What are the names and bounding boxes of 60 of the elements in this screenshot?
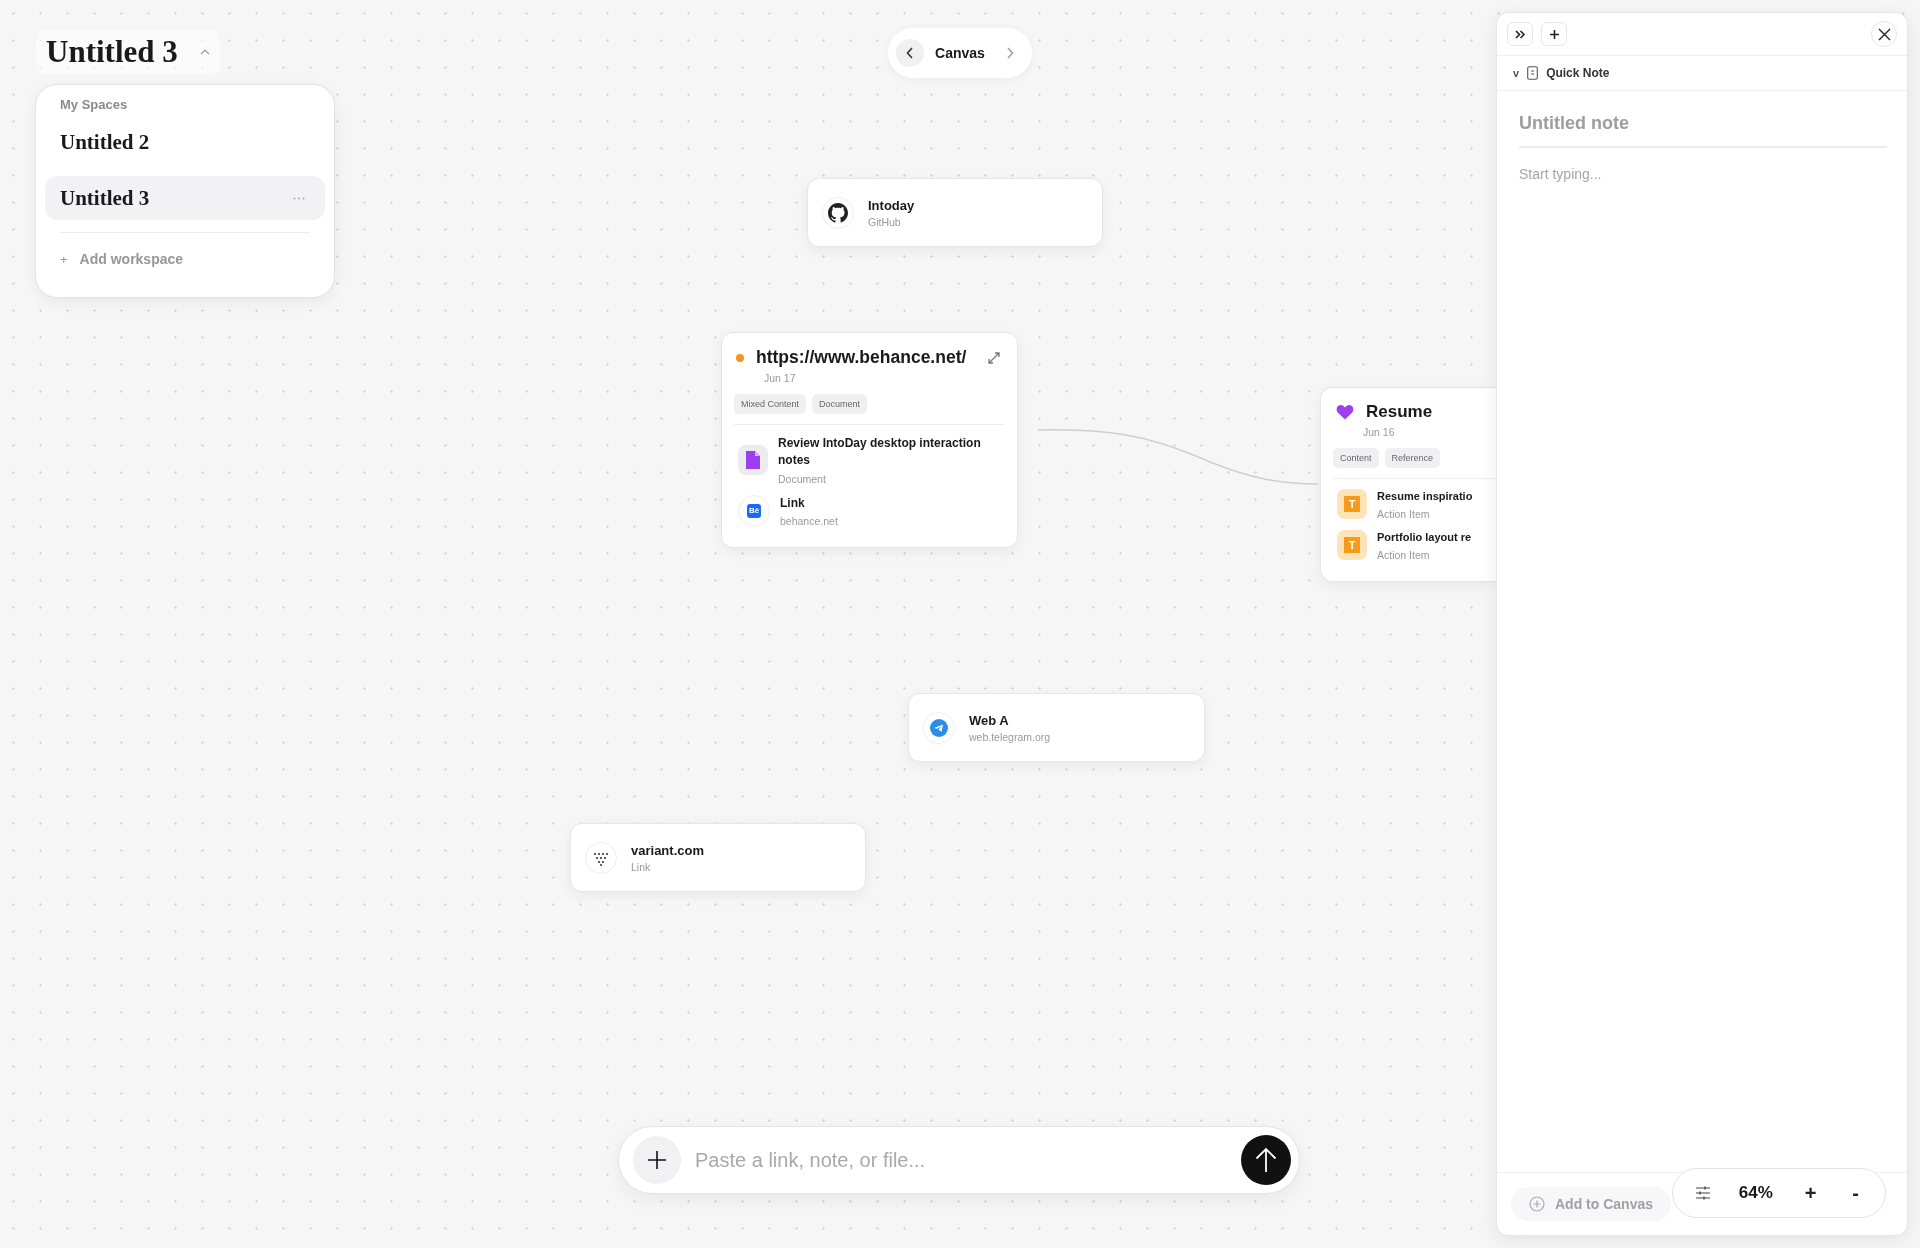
item-title: Portfolio layout re [1377,529,1472,545]
workspace-item[interactable]: Untitled 3 [45,176,325,220]
link-card[interactable]: variant.com Link [570,823,866,892]
note-breadcrumb: Quick Note [1546,66,1610,80]
card-title: Web A [969,712,1010,728]
card-subtitle: web.telegram.org [969,730,1051,743]
link-card[interactable]: Intoday GitHub [807,178,1103,247]
close-button[interactable] [1871,21,1897,47]
tag: Reference [1384,448,1441,468]
add-button[interactable] [633,1136,681,1184]
card-title: Resume [1366,402,1434,422]
new-note-button[interactable] [1541,22,1567,46]
card-subtitle: GitHub [868,215,902,228]
workspace-item[interactable]: Untitled 2 [45,120,325,164]
task-icon: T [1337,489,1367,520]
menu-heading: My Spaces [59,97,129,112]
send-button[interactable] [1241,1135,1291,1185]
item-subtitle: Action Item [1377,548,1431,561]
double-chevron-icon [1514,29,1526,39]
card-title: https://www.behance.net/ [756,347,968,368]
plus-circle-icon [1529,1196,1545,1212]
item-title: Resume inspiratio [1377,489,1473,504]
chevron-right-icon [1006,47,1014,59]
paste-field[interactable]: Paste a link, note, or file... [693,1147,1229,1173]
collection-card[interactable]: https://www.behance.net/ Jun 17 Mixed Content Document Review IntoDay desktop interaction notes Document Bē Link behance.net [721,332,1018,549]
chevron-left-icon [906,47,914,59]
plus-icon [647,1150,667,1170]
item-title: Link [780,494,806,512]
card-title: Intoday [868,197,915,213]
composer-field[interactable]: Paste a link, note, or file... [618,1126,1300,1194]
link-card[interactable]: Web A web.telegram.org [908,693,1205,762]
document-icon [738,444,768,475]
back-button[interactable] [896,39,924,67]
card-date: Jun 16 [1363,426,1396,438]
canvas-title: Canvas [935,45,985,61]
caret[interactable]: v [1513,67,1520,79]
task-icon: T [1337,530,1367,561]
card-title: variant.com [631,842,704,858]
item-title: Review IntoDay desktop interaction notes [778,435,982,470]
tag: Document [812,394,868,414]
arrow-up-icon [1255,1147,1277,1173]
sliders-icon[interactable] [1695,1186,1711,1200]
tag: Mixed Content [734,394,807,414]
note-icon [1527,66,1539,80]
card-subtitle: Link [631,860,652,873]
zoom-level: 64% [1738,1183,1773,1203]
tag: Content [1333,448,1379,468]
zoom-out-button[interactable]: - [1848,1181,1863,1205]
collapse-button[interactable] [1507,22,1533,46]
behance-icon: Bē [738,494,770,527]
card-date: Jun 17 [764,372,797,384]
item-subtitle: Action Item [1377,507,1431,520]
expand-icon[interactable] [987,350,1001,365]
plus-icon [1548,28,1560,40]
item-subtitle: Document [778,472,827,485]
zoom-in-button[interactable]: + [1800,1181,1821,1205]
collection-card[interactable]: Resume Jun 16 Content Reference T Resume inspiratio Action Item T Portfolio layout re Action Item [1320,387,1496,582]
item-subtitle: behance.net [780,515,838,528]
close-icon [1877,27,1891,41]
chevron-icon[interactable] [199,49,210,55]
